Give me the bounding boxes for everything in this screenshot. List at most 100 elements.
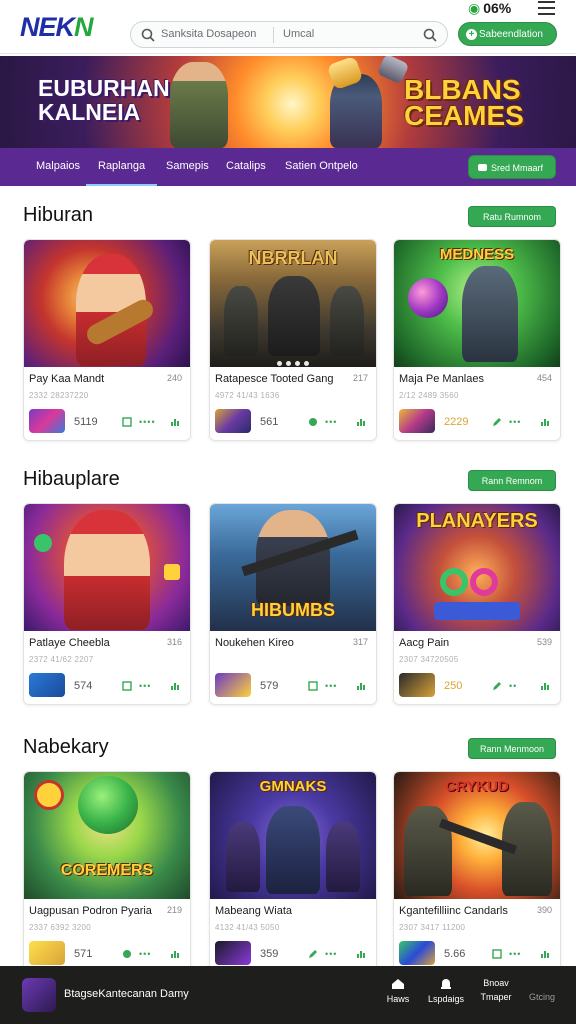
game-card[interactable]: PLANAYERS Aacg Pain 539 2307 34720505 25…: [393, 503, 561, 705]
bottom-nav-settings[interactable]: Gtcing: [518, 992, 566, 1002]
bottom-bar: BtagseKantecanan Damy Haws Lspdaigs Bnoa…: [0, 966, 576, 1024]
game-thumbnail: GMNAKS: [210, 772, 376, 899]
section-more-button[interactable]: Ratu Rumnom: [468, 206, 556, 227]
search-input[interactable]: Sanksita Dosapeon: [161, 28, 256, 40]
soldier-figure-2: [224, 286, 258, 356]
thumbnail-title-text: MEDNESS: [439, 246, 515, 263]
edit-icon[interactable]: [308, 949, 318, 959]
stats-icon[interactable]: [540, 681, 550, 691]
section-title: Hiburan: [23, 204, 94, 226]
bottom-nav-home[interactable]: Haws: [374, 978, 422, 1004]
more-dots-icon[interactable]: •••: [509, 418, 521, 427]
stats-icon[interactable]: [170, 681, 180, 691]
more-dots-icon[interactable]: •••: [139, 682, 151, 691]
game-card[interactable]: MEDNESS Maja Pe Manlaes 454 2/12 2489 35…: [393, 239, 561, 441]
bottom-nav-updates[interactable]: Lspdaigs: [422, 978, 470, 1004]
stats-icon[interactable]: [540, 417, 550, 427]
game-card[interactable]: NBRRLAN Ratapesce Tooted Gang 217 4972 4…: [209, 239, 377, 441]
current-game-name[interactable]: BtagseKantecanan Damy: [64, 988, 189, 1000]
thumbnail-title-text: CRYKUD: [445, 778, 509, 795]
banner-ribbon: [434, 602, 520, 620]
game-meta: 2337 6392 3200: [29, 923, 92, 932]
edit-icon[interactable]: [492, 681, 502, 691]
game-count: 250: [444, 680, 463, 692]
location-field[interactable]: Umcal: [283, 28, 314, 40]
menu-icon[interactable]: [538, 1, 555, 15]
stats-icon[interactable]: [540, 949, 550, 959]
bell-icon: [441, 979, 451, 989]
stats-icon[interactable]: [170, 417, 180, 427]
more-dots-icon[interactable]: •••: [509, 950, 521, 959]
stats-icon[interactable]: [356, 949, 366, 959]
soldier-figure: [268, 276, 320, 356]
game-title: Mabeang Wiata: [215, 905, 293, 917]
card-actions: •••: [122, 680, 184, 692]
app-logo[interactable]: NEKN: [20, 12, 93, 43]
nav-tab-1[interactable]: Malpaios: [36, 160, 80, 172]
image-icon[interactable]: [308, 681, 318, 691]
game-card[interactable]: CRYKUD Kgantefilliinc Candarls 390 2307 …: [393, 771, 561, 973]
edit-icon[interactable]: [492, 417, 502, 427]
category-nav: Malpaios Raplanga Samepis Catalips Satie…: [0, 148, 576, 186]
more-dots-icon[interactable]: ••: [509, 682, 517, 691]
game-card[interactable]: HIBUMBS Noukehen Kireo 317 579 •••: [209, 503, 377, 705]
bottom-nav-timer[interactable]: Bnoav Tmaper: [472, 978, 520, 1002]
bottom-nav-label: Lspdaigs: [427, 994, 465, 1004]
status-dot-icon[interactable]: [308, 417, 318, 427]
game-mini-icon: [29, 409, 65, 433]
bottom-nav-top-label: Bnoav: [483, 978, 509, 988]
search-divider: [273, 27, 274, 43]
soldier-figure: [266, 806, 320, 894]
banner-left-line2: KALNEIA: [38, 99, 141, 125]
more-dots-icon[interactable]: •••: [325, 682, 337, 691]
game-card[interactable]: COREMERS Uagpusan Podron Pyaria 219 2337…: [23, 771, 191, 973]
game-mini-icon: [215, 673, 251, 697]
more-dots-icon[interactable]: ••••: [139, 418, 156, 427]
game-card[interactable]: Pay Kaa Mandt 240 2332 28237220 5119 •••…: [23, 239, 191, 441]
hero-banner[interactable]: EUBURHAN KALNEIA BLBANS CEAMES: [0, 56, 576, 148]
section-more-button[interactable]: Rann Remnom: [468, 470, 556, 491]
search-submit-icon[interactable]: [422, 27, 438, 43]
game-card[interactable]: GMNAKS Mabeang Wiata 4132 41/43 5050 359…: [209, 771, 377, 973]
image-icon[interactable]: [122, 417, 132, 427]
nav-tab-4[interactable]: Catalips: [226, 160, 266, 172]
ball-shape: [408, 278, 448, 318]
game-thumbnail: COREMERS: [24, 772, 190, 899]
stats-icon[interactable]: [170, 949, 180, 959]
search-icon: [141, 28, 155, 42]
game-mini-icon: [399, 941, 435, 965]
stats-icon[interactable]: [356, 681, 366, 691]
nav-tab-5[interactable]: Satien Ontpelo: [285, 160, 358, 172]
game-count: 574: [74, 680, 93, 692]
game-thumbnail: [24, 504, 190, 631]
subscribe-button[interactable]: + Sabeendlation: [458, 22, 557, 46]
more-dots-icon[interactable]: •••: [139, 950, 151, 959]
avatar[interactable]: [22, 978, 56, 1012]
status-dot-icon[interactable]: [122, 949, 132, 959]
status-text: 06%: [483, 0, 512, 16]
banner-left-title: EUBURHAN KALNEIA: [38, 76, 170, 124]
game-count: 579: [260, 680, 279, 692]
nav-tab-3[interactable]: Samepis: [166, 160, 209, 172]
thumbnail-title-text: PLANAYERS: [416, 510, 538, 532]
search-bar[interactable]: Sanksita Dosapeon Umcal: [130, 21, 448, 48]
more-dots-icon[interactable]: •••: [325, 950, 337, 959]
carousel-dots[interactable]: [210, 353, 376, 367]
game-number: 219: [166, 905, 182, 915]
game-meta: 2/12 2489 3560: [399, 391, 459, 400]
subscribe-label: Sabeendlation: [479, 29, 543, 40]
game-mini-icon: [215, 409, 251, 433]
nav-action-button[interactable]: Sred Mmaarf: [468, 155, 556, 179]
image-icon[interactable]: [122, 681, 132, 691]
game-number: 316: [166, 637, 182, 647]
more-dots-icon[interactable]: •••: [325, 418, 337, 427]
image-icon[interactable]: [492, 949, 502, 959]
game-card[interactable]: Patlaye Cheebla 316 2372 41/62 2207 574 …: [23, 503, 191, 705]
nav-tab-2[interactable]: Raplanga: [85, 160, 158, 186]
stats-icon[interactable]: [356, 417, 366, 427]
game-title: Uagpusan Podron Pyaria: [29, 905, 152, 917]
card-actions: ••: [492, 680, 554, 692]
game-thumbnail: HIBUMBS: [210, 504, 376, 631]
game-number: 454: [536, 373, 552, 383]
section-more-button[interactable]: Rann Menmoon: [468, 738, 556, 759]
